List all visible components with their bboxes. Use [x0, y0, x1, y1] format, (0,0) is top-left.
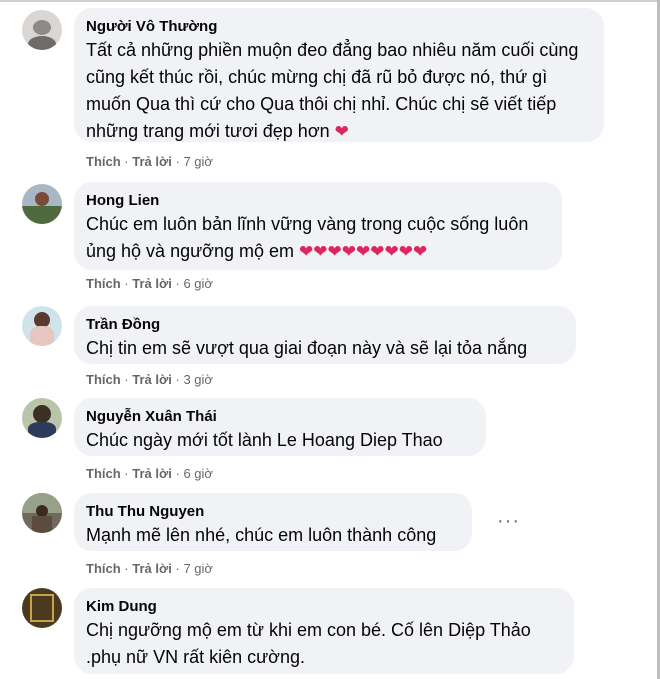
reply-link[interactable]: Trả lời [132, 154, 172, 169]
comment-text: Mạnh mẽ lên nhé, chúc em luôn thành công [86, 525, 437, 545]
comment-time[interactable]: 7 giờ [183, 154, 213, 169]
avatar[interactable] [22, 398, 62, 438]
comment-text: Chị tin em sẽ vượt qua giai đoạn này và … [86, 338, 528, 358]
avatar[interactable] [22, 493, 62, 533]
reply-link[interactable]: Trả lời [132, 276, 172, 291]
avatar[interactable] [22, 588, 62, 628]
like-link[interactable]: Thích [86, 154, 121, 169]
reply-link[interactable]: Trả lời [132, 561, 172, 576]
avatar[interactable] [22, 10, 62, 50]
comment-actions: Thích · Trả lời · 6 giờ [86, 276, 213, 291]
comment-author[interactable]: Trần Đồng [86, 315, 564, 335]
avatar[interactable] [22, 184, 62, 224]
comment-text: Tất cả những phiền muộn đeo đẳng bao nhi… [86, 40, 579, 141]
comment-bubble: Hong Lien Chúc em luôn bản lĩnh vững vàn… [74, 182, 562, 270]
comment-text: Chúc ngày mới tốt lành Le Hoang Diep Tha… [86, 430, 443, 450]
comment-bubble: Trần Đồng Chị tin em sẽ vượt qua giai đo… [74, 306, 576, 364]
heart-emoji: ❤❤❤❤❤❤❤❤❤ [299, 242, 428, 261]
comment-actions: Thích · Trả lời · 3 giờ [86, 372, 213, 387]
comment-actions: Thích · Trả lời · 7 giờ [86, 561, 213, 576]
like-link[interactable]: Thích [86, 466, 121, 481]
comment-actions: Thích · Trả lời · 6 giờ [86, 466, 213, 481]
comment-author[interactable]: Nguyễn Xuân Thái [86, 407, 474, 427]
comment-author[interactable]: Thu Thu Nguyen [86, 502, 460, 522]
comment-actions: Thích · Trả lời · 7 giờ [86, 154, 213, 169]
more-options-icon[interactable]: ··· [497, 511, 520, 531]
comment-time[interactable]: 6 giờ [183, 466, 213, 481]
avatar[interactable] [22, 306, 62, 346]
comment-text: Chị ngưỡng mộ em từ khi em con bé. Cố lê… [86, 620, 531, 667]
like-link[interactable]: Thích [86, 561, 121, 576]
comment-author[interactable]: Hong Lien [86, 191, 550, 211]
comment-time[interactable]: 3 giờ [183, 372, 213, 387]
like-link[interactable]: Thích [86, 372, 121, 387]
comment-bubble: Nguyễn Xuân Thái Chúc ngày mới tốt lành … [74, 398, 486, 456]
reply-link[interactable]: Trả lời [132, 372, 172, 387]
comment-bubble: Kim Dung Chị ngưỡng mộ em từ khi em con … [74, 588, 574, 674]
comment-time[interactable]: 7 giờ [183, 561, 213, 576]
comment-bubble: Thu Thu Nguyen Mạnh mẽ lên nhé, chúc em … [74, 493, 472, 551]
comment-time[interactable]: 6 giờ [183, 276, 213, 291]
window-top-border [0, 0, 660, 2]
reply-link[interactable]: Trả lời [132, 466, 172, 481]
heart-emoji: ❤ [334, 122, 349, 141]
comment-text: Chúc em luôn bản lĩnh vững vàng trong cu… [86, 214, 529, 261]
comment-author[interactable]: Người Vô Thường [86, 17, 592, 37]
comment-bubble: Người Vô Thường Tất cả những phiền muộn … [74, 8, 604, 142]
comment-author[interactable]: Kim Dung [86, 597, 562, 617]
like-link[interactable]: Thích [86, 276, 121, 291]
